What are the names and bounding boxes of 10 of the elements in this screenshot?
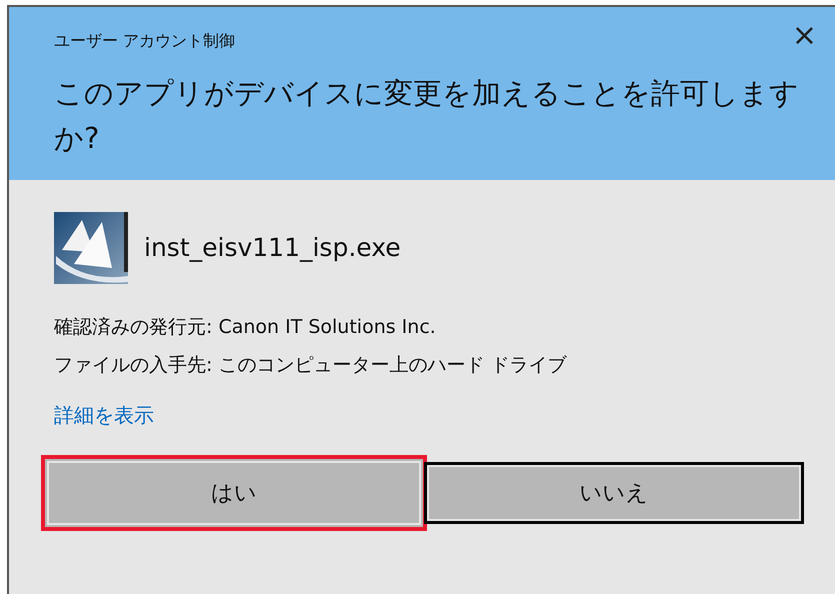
detail-text: ファイルの入手先: このコンピューター上のハード ドライブ (54, 353, 568, 378)
file-name: inst_eisv111_isp.exe (144, 232, 401, 264)
dialog-button[interactable]: はい (44, 458, 424, 528)
program-icon (54, 212, 128, 284)
close-button[interactable]: × (788, 21, 821, 51)
question-heading: このアプリがデバイスに変更を加えることを許可しますか? (54, 75, 800, 157)
details-link[interactable]: 詳細を表示 (54, 403, 154, 427)
detail-text: 確認済みの発行元: Canon IT Solutions Inc. (54, 315, 437, 340)
window-title: ユーザー アカウント制御 (54, 30, 236, 52)
dialog-button[interactable]: いいえ (424, 462, 804, 524)
